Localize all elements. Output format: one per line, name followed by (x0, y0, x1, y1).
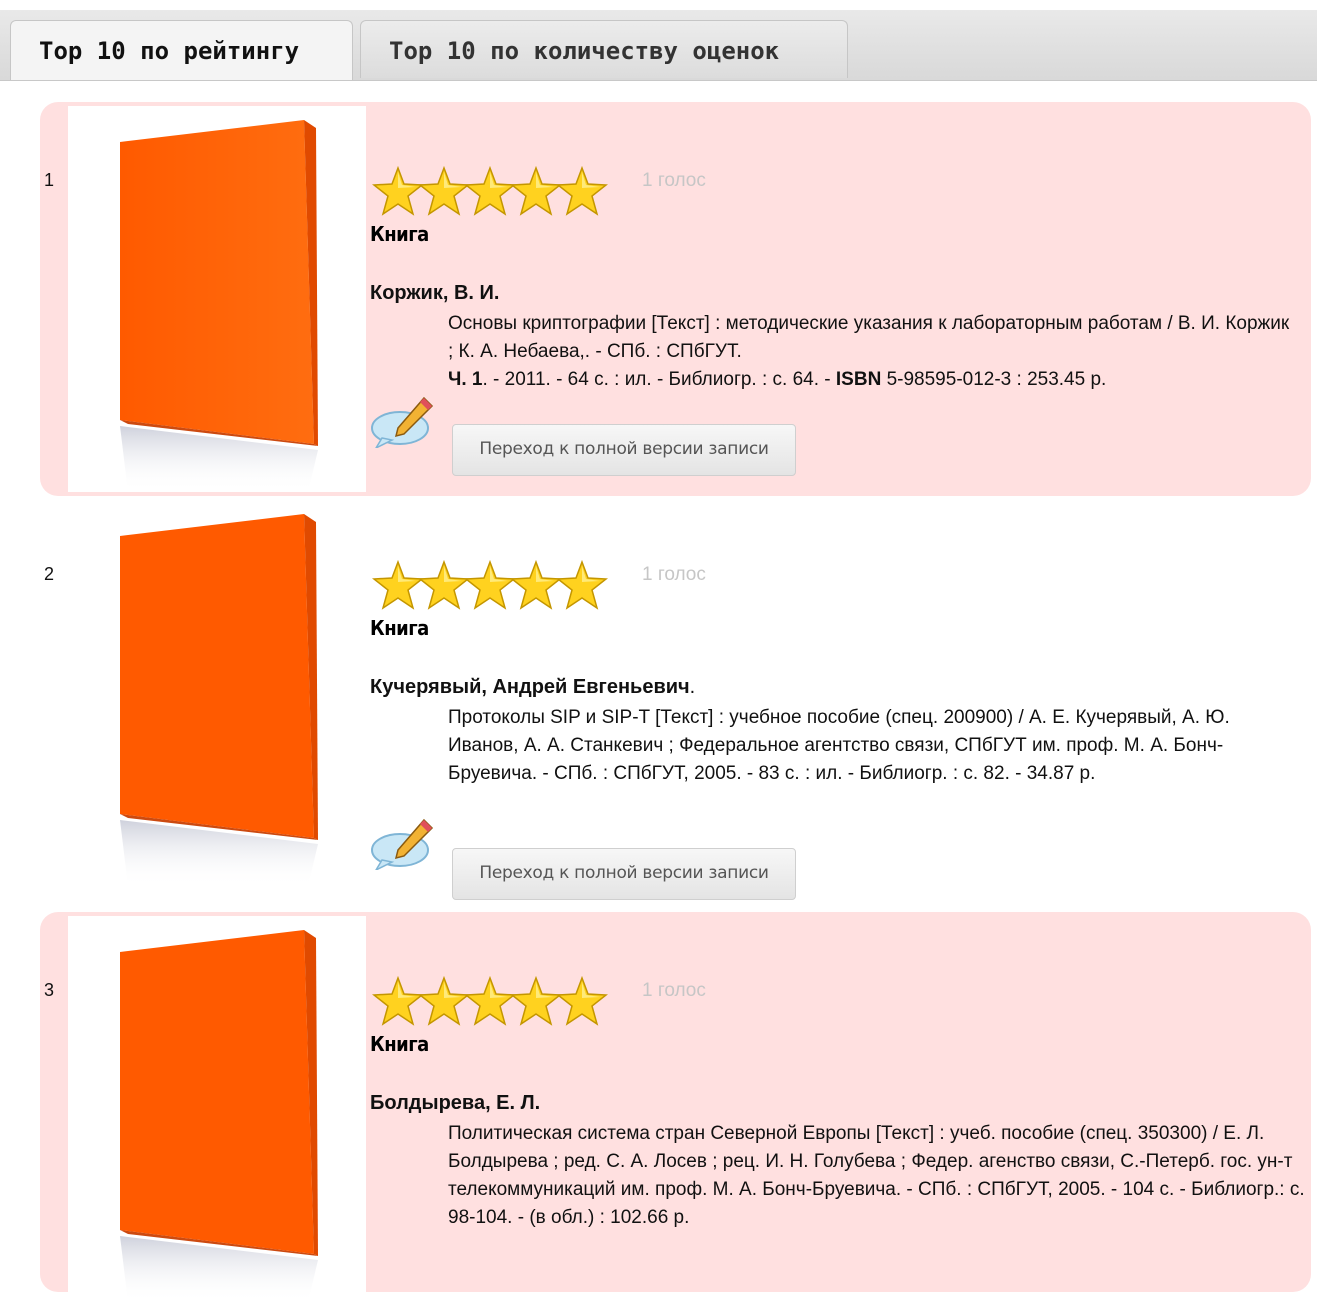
rating-stars[interactable] (372, 166, 608, 220)
star-icon[interactable] (372, 976, 424, 1026)
star-icon[interactable] (418, 976, 470, 1026)
star-icon[interactable] (510, 166, 562, 216)
tabs-bar: Top 10 по рейтингу Top 10 по количеству … (0, 0, 1317, 81)
full-record-button[interactable]: Переход к полной версии записи (452, 424, 796, 476)
part-details: . - 2011. - 64 с. : ил. - Библиогр. : с.… (482, 369, 836, 390)
record-description: Политическая система стран Северной Евро… (448, 1123, 1305, 1228)
star-icon[interactable] (464, 560, 516, 610)
record-type: Книга (370, 222, 429, 246)
star-icon[interactable] (464, 166, 516, 216)
record-type: Книга (370, 1032, 429, 1056)
isbn-details: 5-98595-012-3 : 253.45 р. (881, 369, 1107, 390)
isbn-label: ISBN (835, 369, 882, 390)
star-icon[interactable] (418, 166, 470, 216)
record-content: 1 голос Книга Болдырева, Е. Л. Политичес… (370, 912, 1305, 1292)
record-3: 3 1 голос Книга Болдырева, Е. Л. Политич… (40, 912, 1311, 1302)
star-icon[interactable] (556, 976, 608, 1026)
star-icon[interactable] (510, 560, 562, 610)
rating-stars[interactable] (372, 976, 608, 1030)
comment-edit-icon[interactable] (370, 818, 434, 870)
record-number: 2 (44, 564, 55, 584)
record-author: Болдырева, Е. Л. (370, 1092, 541, 1114)
star-icon[interactable] (418, 560, 470, 610)
votes-count: 1 голос (642, 564, 706, 585)
record-content: 1 голос Книга Кучерявый, Андрей Евгеньев… (370, 496, 1301, 912)
full-record-button[interactable]: Переход к полной версии записи (452, 848, 796, 900)
part-label: Ч. 1 (448, 369, 483, 390)
book-cover[interactable] (68, 916, 366, 1302)
star-icon[interactable] (372, 166, 424, 216)
comment-edit-icon[interactable] (370, 396, 434, 448)
book-cover[interactable] (68, 106, 366, 492)
star-icon[interactable] (510, 976, 562, 1026)
book-cover-icon (120, 930, 318, 1302)
author-name: Кучерявый, Андрей Евгеньевич (370, 676, 690, 698)
record-author: Кучерявый, Андрей Евгеньевич. (370, 676, 695, 699)
tab-top-rating[interactable]: Top 10 по рейтингу (10, 20, 353, 80)
star-icon[interactable] (556, 166, 608, 216)
star-icon[interactable] (372, 560, 424, 610)
book-cover[interactable] (68, 500, 366, 886)
rating-stars[interactable] (372, 560, 608, 614)
book-cover-icon (120, 120, 318, 492)
tab-top-votes[interactable]: Top 10 по количеству оценок (360, 20, 848, 78)
record-content: 1 голос Книга Коржик, В. И. Основы крипт… (370, 102, 1301, 496)
record-number: 3 (44, 980, 55, 1000)
record-type: Книга (370, 616, 429, 640)
star-icon[interactable] (464, 976, 516, 1026)
star-icon[interactable] (556, 560, 608, 610)
record-description: Протоколы SIP и SIP-T [Текст] : учебное … (448, 707, 1230, 784)
record-description: Основы криптографии [Текст] : методическ… (448, 310, 1298, 394)
votes-count: 1 голос (642, 170, 706, 191)
record-author: Коржик, В. И. (370, 282, 500, 304)
description-text: Основы криптографии [Текст] : методическ… (448, 313, 1290, 362)
author-suffix: . (689, 676, 696, 698)
record-number: 1 (44, 170, 55, 190)
record-2: 2 1 голос Книга Кучерявый, Андрей Евгень… (40, 496, 1311, 912)
book-cover-icon (120, 514, 318, 886)
votes-count: 1 голос (642, 980, 706, 1001)
record-1: 1 1 голос Книга Коржик, В. И. Основы кри… (40, 102, 1311, 496)
